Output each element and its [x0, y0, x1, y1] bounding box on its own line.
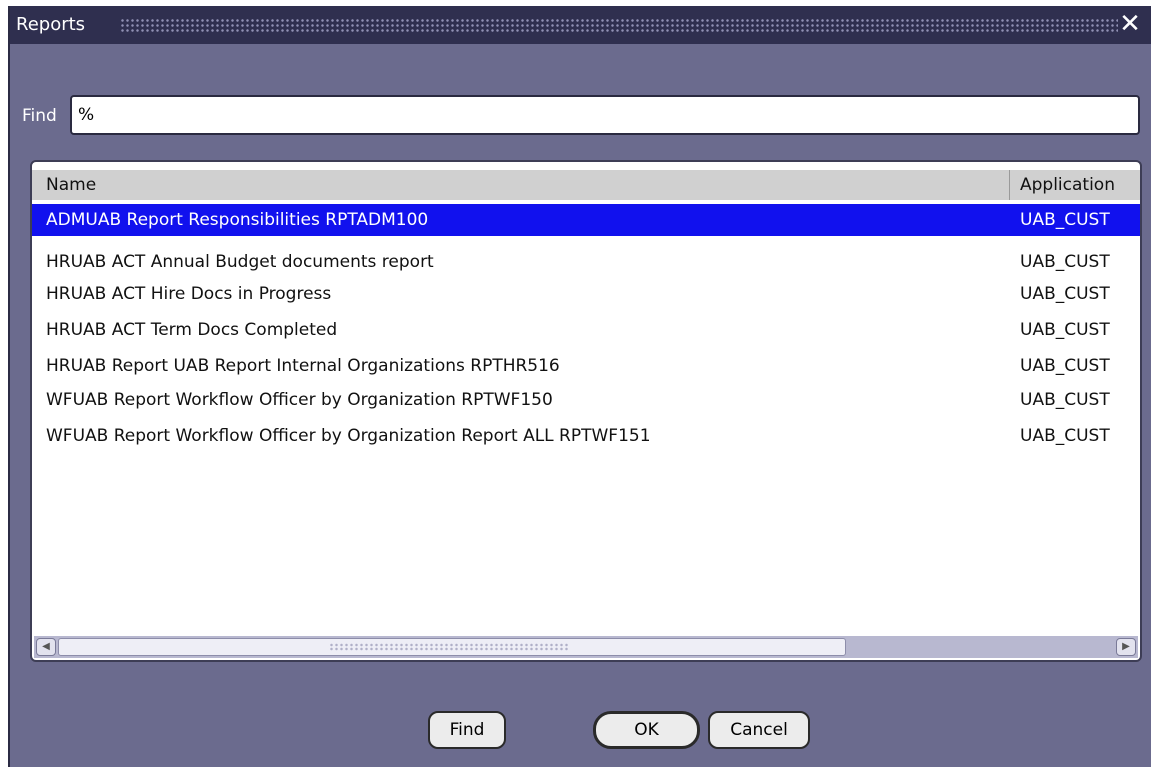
- list-item[interactable]: HRUAB Report UAB Report Internal Organiz…: [32, 350, 1140, 382]
- find-input[interactable]: [70, 95, 1140, 135]
- report-name: HRUAB Report UAB Report Internal Organiz…: [46, 356, 560, 376]
- find-button[interactable]: Find: [428, 711, 506, 749]
- report-name: ADMUAB Report Responsibilities RPTADM100: [46, 210, 429, 230]
- report-name: HRUAB ACT Hire Docs in Progress: [46, 284, 332, 304]
- report-application: UAB_CUST: [1020, 426, 1110, 446]
- column-header-application[interactable]: Application: [1020, 170, 1115, 200]
- reports-list: Name Application ADMUAB Report Responsib…: [30, 160, 1142, 662]
- title-bar[interactable]: Reports ✕: [10, 6, 1151, 44]
- scroll-left-icon[interactable]: ◀: [36, 638, 56, 656]
- scrollbar-grip: [329, 643, 569, 651]
- list-header: Name Application: [32, 170, 1140, 200]
- report-application: UAB_CUST: [1020, 356, 1110, 376]
- window-title: Reports: [16, 14, 86, 35]
- title-bar-grip: [120, 18, 1118, 32]
- close-icon[interactable]: ✕: [1117, 8, 1143, 40]
- scroll-right-icon[interactable]: ▶: [1116, 638, 1136, 656]
- scrollbar-thumb[interactable]: [58, 638, 846, 656]
- cancel-button[interactable]: Cancel: [708, 711, 810, 749]
- cancel-button-label: Cancel: [730, 720, 788, 740]
- find-label: Find: [22, 106, 57, 126]
- report-name: WFUAB Report Workflow Officer by Organiz…: [46, 390, 553, 410]
- report-name: HRUAB ACT Annual Budget documents report: [46, 252, 434, 272]
- report-application: UAB_CUST: [1020, 210, 1110, 230]
- report-application: UAB_CUST: [1020, 252, 1110, 272]
- column-header-name[interactable]: Name: [32, 170, 1010, 200]
- list-item[interactable]: WFUAB Report Workflow Officer by Organiz…: [32, 384, 1140, 416]
- report-application: UAB_CUST: [1020, 390, 1110, 410]
- report-application: UAB_CUST: [1020, 320, 1110, 340]
- list-item[interactable]: HRUAB ACT Hire Docs in Progress UAB_CUST: [32, 278, 1140, 310]
- ok-button[interactable]: OK: [593, 711, 700, 749]
- report-application: UAB_CUST: [1020, 284, 1110, 304]
- list-item[interactable]: WFUAB Report Workflow Officer by Organiz…: [32, 420, 1140, 452]
- list-item[interactable]: ADMUAB Report Responsibilities RPTADM100…: [32, 204, 1140, 236]
- list-item[interactable]: HRUAB ACT Annual Budget documents report…: [32, 246, 1140, 278]
- report-name: WFUAB Report Workflow Officer by Organiz…: [46, 426, 651, 446]
- reports-dialog: Reports ✕ Find Name Application ADMUAB R…: [8, 6, 1151, 767]
- horizontal-scrollbar[interactable]: ◀ ▶: [34, 636, 1138, 658]
- find-button-label: Find: [449, 720, 485, 740]
- report-name: HRUAB ACT Term Docs Completed: [46, 320, 338, 340]
- list-item[interactable]: HRUAB ACT Term Docs Completed UAB_CUST: [32, 314, 1140, 346]
- ok-button-label: OK: [634, 720, 659, 740]
